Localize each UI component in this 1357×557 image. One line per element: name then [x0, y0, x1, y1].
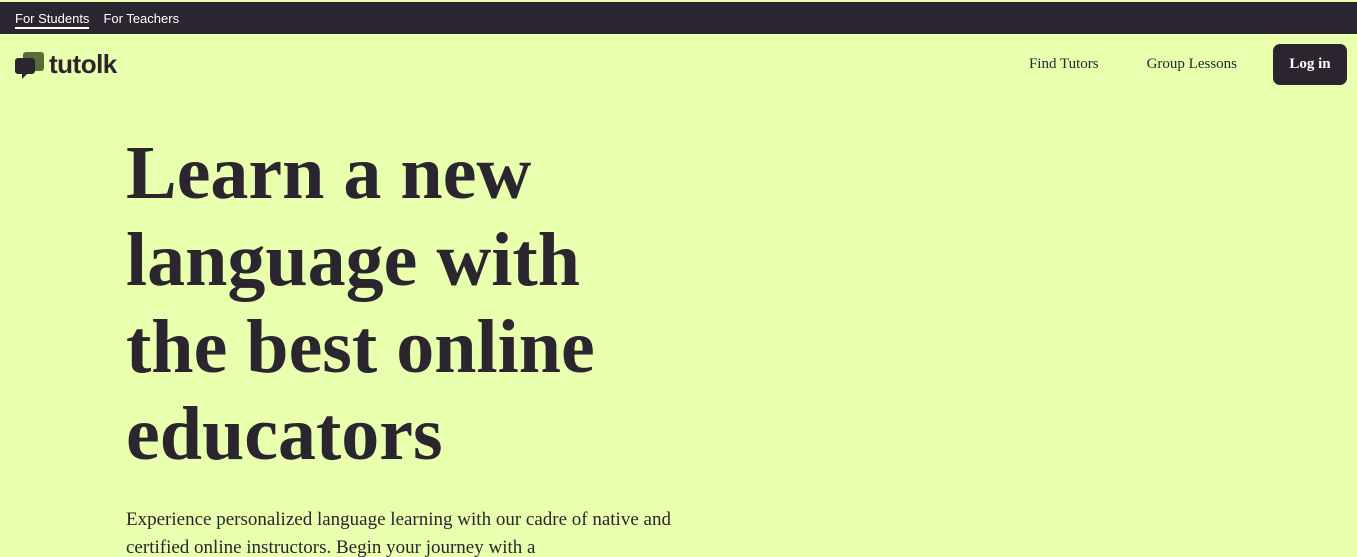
hero-heading-line: Learn a new: [126, 131, 532, 215]
tab-for-students[interactable]: For Students: [15, 2, 90, 34]
hero-heading-line: the best online: [126, 305, 595, 389]
main-nav: tutolk Find Tutors Group Lessons Log in: [0, 34, 1357, 94]
login-button[interactable]: Log in: [1273, 43, 1347, 85]
nav-actions: Find Tutors Group Lessons Log in: [1029, 43, 1347, 85]
nav-link-find-tutors[interactable]: Find Tutors: [1029, 56, 1099, 73]
audience-bar: For Students For Teachers: [0, 2, 1357, 34]
nav-link-group-lessons[interactable]: Group Lessons: [1147, 56, 1237, 73]
tab-for-teachers[interactable]: For Teachers: [103, 2, 179, 34]
hero-heading: Learn a new language with the best onlin…: [126, 130, 746, 478]
speech-bubbles-icon: [15, 49, 44, 79]
hero-subtitle: Experience personalized language learnin…: [126, 509, 671, 557]
hero-heading-line: language with: [126, 218, 580, 302]
logo[interactable]: tutolk: [15, 49, 117, 80]
hero-section: Learn a new language with the best onlin…: [126, 130, 746, 557]
logo-text: tutolk: [49, 48, 117, 79]
hero-heading-line: educators: [126, 392, 443, 476]
